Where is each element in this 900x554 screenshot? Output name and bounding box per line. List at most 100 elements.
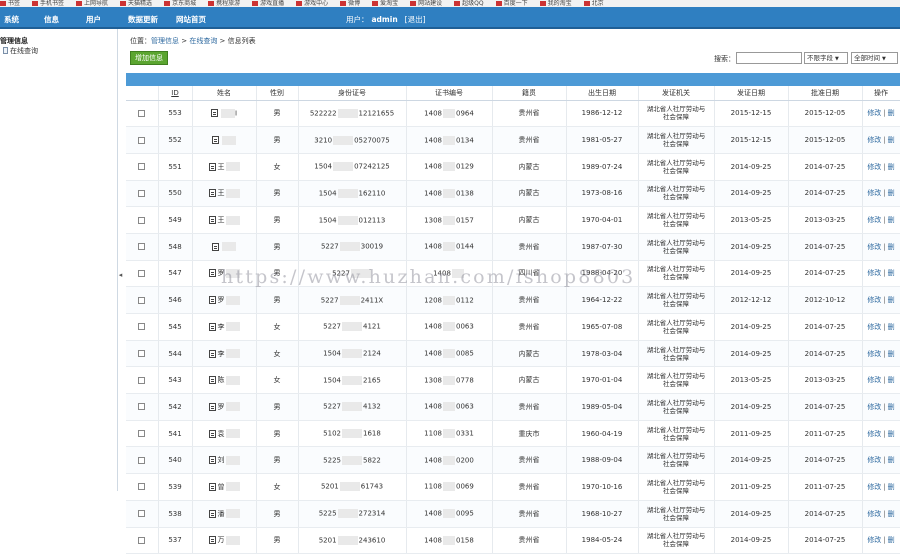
edit-link[interactable]: 修改 — [867, 243, 881, 251]
row-checkbox[interactable] — [138, 189, 146, 197]
search-input[interactable] — [736, 52, 802, 64]
edit-link[interactable]: 修改 — [867, 536, 881, 544]
delete-link[interactable]: 删 — [888, 350, 895, 358]
nav-users[interactable]: 用户 — [86, 14, 101, 25]
nav-data-update[interactable]: 数据更新 — [128, 14, 158, 25]
bookmark-item[interactable]: 书签 — [0, 0, 20, 7]
row-checkbox[interactable] — [138, 510, 146, 518]
row-checkbox[interactable] — [138, 136, 146, 144]
edit-link[interactable]: 修改 — [867, 136, 881, 144]
edit-link[interactable]: 修改 — [867, 269, 881, 277]
edit-link[interactable]: 修改 — [867, 323, 881, 331]
bookmark-item[interactable]: 爱淘宝 — [372, 0, 398, 7]
edit-link[interactable]: 修改 — [867, 216, 881, 224]
field-select[interactable]: 不限字段 ▼ — [804, 52, 848, 64]
bookmark-item[interactable]: 微博 — [340, 0, 360, 7]
id-col-header[interactable]: ID — [158, 86, 193, 101]
row-checkbox[interactable] — [138, 109, 146, 117]
op-separator: | — [883, 109, 886, 118]
bookmark-item[interactable]: 携程旅游 — [208, 0, 240, 7]
row-checkbox[interactable] — [138, 243, 146, 251]
bookmark-item[interactable]: 上网导航 — [76, 0, 108, 7]
nav-info[interactable]: 信息 — [44, 14, 59, 25]
delete-link[interactable]: 删 — [888, 456, 895, 464]
idno-cell: 5225 5822 — [298, 446, 407, 475]
row-checkbox[interactable] — [138, 536, 146, 544]
delete-link[interactable]: 删 — [888, 430, 895, 438]
idno-part: 12121655 — [358, 109, 395, 118]
bookmark-item[interactable]: 超级QQ — [454, 0, 484, 7]
delete-link[interactable]: 删 — [888, 243, 895, 251]
sidebar-item-online-query[interactable]: 在线查询 — [3, 46, 38, 56]
edit-link[interactable]: 修改 — [867, 350, 881, 358]
edit-link[interactable]: 修改 — [867, 456, 881, 464]
delete-link[interactable]: 删 — [888, 483, 895, 491]
id-cell: 541 — [158, 420, 193, 448]
delete-link[interactable]: 删 — [888, 510, 895, 518]
bookmark-item[interactable]: 手机书签 — [32, 0, 64, 7]
edit-link[interactable]: 修改 — [867, 403, 881, 411]
row-checkbox[interactable] — [138, 323, 146, 331]
origin-cell: 贵州省 — [492, 393, 567, 421]
delete-link[interactable]: 删 — [888, 189, 895, 197]
edit-link[interactable]: 修改 — [867, 189, 881, 197]
document-icon — [208, 402, 216, 411]
bookmark-item[interactable]: 游戏中心 — [296, 0, 328, 7]
row-checkbox[interactable] — [138, 483, 146, 491]
delete-link[interactable]: 删 — [888, 536, 895, 544]
edit-link[interactable]: 修改 — [867, 483, 881, 491]
row-checkbox[interactable] — [138, 296, 146, 304]
row-checkbox[interactable] — [138, 163, 146, 171]
ops-cell: 修改 | 删 — [862, 206, 900, 234]
bookmark-item[interactable]: 网站建设 — [410, 0, 442, 7]
edit-link[interactable]: 修改 — [867, 163, 881, 171]
bookmark-item[interactable]: 北京 — [583, 0, 604, 7]
edit-link[interactable]: 修改 — [867, 296, 881, 304]
row-checkbox[interactable] — [138, 216, 146, 224]
issuer-text: 湖北省人社厅劳动与社会保障 — [646, 452, 706, 469]
row-checkbox[interactable] — [138, 376, 146, 384]
delete-link[interactable]: 删 — [888, 296, 895, 304]
idno-cell: 5102 1618 — [298, 420, 407, 448]
delete-link[interactable]: 删 — [888, 269, 895, 277]
delete-link[interactable]: 删 — [888, 216, 895, 224]
bookmark-item[interactable]: 我的淘宝 — [539, 0, 572, 7]
logout-link[interactable]: [退出] — [405, 15, 426, 24]
nav-system[interactable]: 系统 — [4, 14, 19, 25]
nav-site-home[interactable]: 网站首页 — [176, 14, 206, 25]
delete-link[interactable]: 删 — [888, 109, 895, 117]
approve-date-cell: 2014-07-25 — [788, 153, 863, 181]
delete-link[interactable]: 删 — [888, 163, 895, 171]
user-info: 用户： admin [退出] — [346, 14, 426, 25]
edit-link[interactable]: 修改 — [867, 376, 881, 384]
delete-link[interactable]: 删 — [888, 376, 895, 384]
bookmark-item[interactable]: 京东商城 — [164, 0, 196, 7]
bookmark-item[interactable]: 游戏直播 — [252, 0, 284, 7]
delete-link[interactable]: 删 — [888, 323, 895, 331]
breadcrumb-manage-info[interactable]: 管理信息 — [151, 37, 179, 45]
bookmark-item[interactable]: 天猫精选 — [120, 0, 152, 7]
op-separator: | — [883, 402, 886, 411]
add-info-button[interactable]: 增加信息 — [130, 51, 168, 65]
edit-link[interactable]: 修改 — [867, 510, 881, 518]
row-checkbox[interactable] — [138, 456, 146, 464]
cert-part: 1408 — [424, 109, 442, 118]
row-checkbox[interactable] — [138, 269, 146, 277]
origin-cell: 贵州省 — [492, 527, 567, 554]
edit-link[interactable]: 修改 — [867, 430, 881, 438]
issue-date-cell: 2011-09-25 — [714, 473, 789, 501]
edit-link[interactable]: 修改 — [867, 109, 881, 117]
sidebar-collapse-icon[interactable]: ◂ — [117, 270, 124, 280]
cert-part: 0157 — [456, 216, 474, 225]
idno-part: 5201 — [318, 536, 337, 545]
row-checkbox[interactable] — [138, 403, 146, 411]
cert-part: 1408 — [424, 456, 442, 465]
row-checkbox[interactable] — [138, 350, 146, 358]
row-checkbox[interactable] — [138, 430, 146, 438]
time-select[interactable]: 全部时间 ▼ — [851, 52, 898, 64]
issue-date-cell: 2014-09-25 — [714, 153, 789, 181]
delete-link[interactable]: 删 — [888, 403, 895, 411]
delete-link[interactable]: 删 — [888, 136, 895, 144]
breadcrumb-online-query[interactable]: 在线查询 — [189, 37, 217, 45]
bookmark-item[interactable]: 百度一下 — [495, 0, 528, 7]
